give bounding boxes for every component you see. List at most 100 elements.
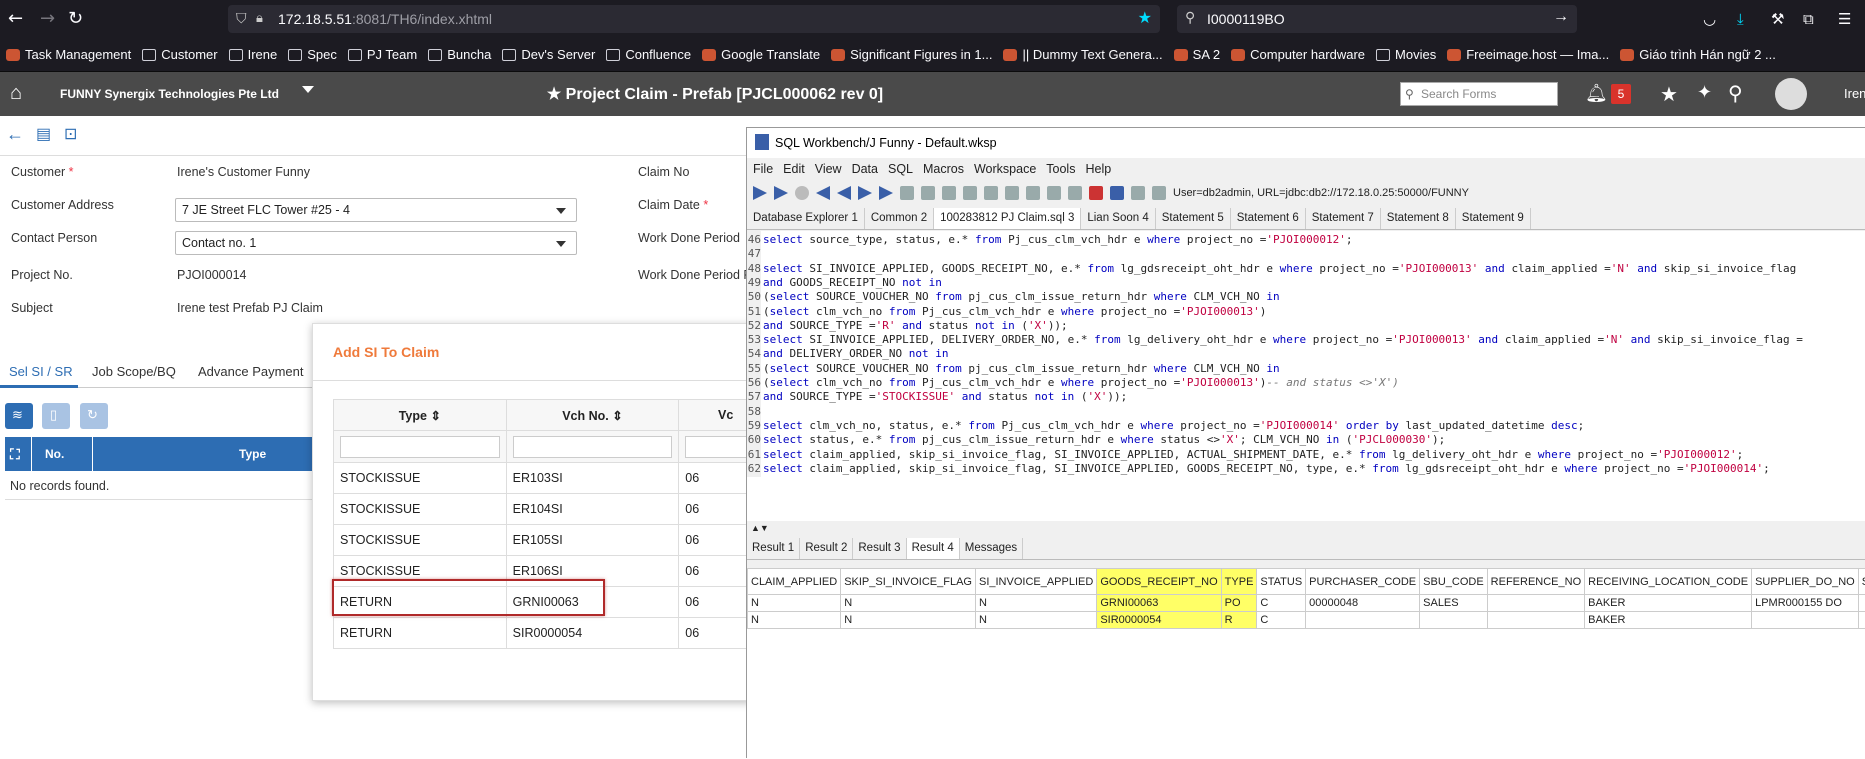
table-row[interactable]: RETURNSIR000005406 bbox=[334, 618, 773, 649]
menu-item[interactable]: Workspace bbox=[974, 162, 1036, 176]
result-col-header[interactable]: PURCHASER_CODE bbox=[1306, 569, 1420, 595]
pin-icon[interactable]: ✦ bbox=[1697, 82, 1712, 103]
result-tab[interactable]: Result 1 bbox=[747, 538, 800, 559]
browser-search-input[interactable]: ⚲ I0000119BO → bbox=[1177, 5, 1577, 33]
user-name[interactable]: Irene bbox=[1844, 86, 1865, 101]
back-icon[interactable]: ← bbox=[8, 9, 23, 29]
bookmark-item[interactable]: Customer bbox=[142, 47, 217, 62]
pdf-icon[interactable]: ▤ bbox=[36, 124, 51, 144]
menu-icon[interactable]: ☰ bbox=[1838, 9, 1851, 29]
table-row[interactable]: STOCKISSUEER103SI06 bbox=[334, 463, 773, 494]
table-row[interactable]: STOCKISSUEER104SI06 bbox=[334, 494, 773, 525]
execute-current-icon[interactable] bbox=[774, 186, 788, 200]
pocket-icon[interactable]: ◡ bbox=[1703, 9, 1716, 29]
result-tab[interactable]: Result 3 bbox=[853, 538, 906, 559]
menu-item[interactable]: Data bbox=[852, 162, 878, 176]
favorite-star-icon[interactable]: ★ bbox=[547, 86, 566, 103]
vch-filter-input[interactable] bbox=[513, 436, 673, 458]
forward-icon[interactable]: → bbox=[40, 9, 55, 29]
bookmark-item[interactable]: Computer hardware bbox=[1231, 47, 1365, 62]
first-icon[interactable] bbox=[816, 186, 830, 200]
address-select[interactable]: 7 JE Street FLC Tower #25 - 4 bbox=[175, 198, 577, 222]
bell-icon[interactable]: 🔔︎ bbox=[1585, 83, 1608, 104]
editor-tab[interactable]: Lian Soon 4 bbox=[1081, 208, 1155, 229]
splitter-arrows-icon[interactable]: ▲▼ bbox=[751, 523, 769, 533]
autocommit-icon[interactable] bbox=[1089, 186, 1103, 200]
reload-icon[interactable]: ↻ bbox=[68, 9, 83, 29]
tab-advance-payment[interactable]: Advance Payment bbox=[198, 364, 304, 379]
extensions-icon[interactable]: ⧉ bbox=[1803, 9, 1814, 29]
back-arrow-icon[interactable]: ← bbox=[6, 124, 24, 145]
document-button[interactable]: ▯ bbox=[42, 403, 70, 429]
tab-job-scope[interactable]: Job Scope/BQ bbox=[92, 364, 176, 379]
contact-select[interactable]: Contact no. 1 bbox=[175, 231, 577, 255]
bookmark-item[interactable]: SA 2 bbox=[1174, 47, 1220, 62]
filter-edit-icon[interactable] bbox=[1026, 186, 1040, 200]
tab-sel-si-sr[interactable]: Sel SI / SR bbox=[9, 364, 73, 379]
editor-tab[interactable]: Statement 8 bbox=[1381, 208, 1456, 229]
sql-editor[interactable]: 46select source_type, status, e.* from P… bbox=[747, 231, 1865, 521]
refresh-button[interactable]: ↻ bbox=[80, 403, 108, 429]
copy-row-icon[interactable] bbox=[942, 186, 956, 200]
type-filter-input[interactable] bbox=[340, 436, 500, 458]
inbox-icon[interactable]: ⊡ bbox=[64, 124, 77, 144]
col-type-header[interactable]: Type ⇕ bbox=[334, 400, 507, 431]
result-col-header[interactable]: TYPE bbox=[1221, 569, 1257, 595]
bookmark-item[interactable]: Dev's Server bbox=[502, 47, 595, 62]
bookmark-item[interactable]: Google Translate bbox=[702, 47, 820, 62]
bookmark-item[interactable]: || Dummy Text Genera... bbox=[1003, 47, 1162, 62]
menu-item[interactable]: Help bbox=[1085, 162, 1111, 176]
result-col-header[interactable]: RECEIVING_LOCATION_CODE bbox=[1585, 569, 1752, 595]
grid-col-no[interactable]: No. bbox=[45, 447, 64, 461]
menu-item[interactable]: Tools bbox=[1046, 162, 1075, 176]
go-arrow-icon[interactable]: → bbox=[1553, 8, 1569, 26]
editor-tab[interactable]: Statement 7 bbox=[1306, 208, 1381, 229]
downloads-icon[interactable]: ⤓ bbox=[1737, 9, 1744, 29]
insert-row-icon[interactable] bbox=[921, 186, 935, 200]
stop-icon[interactable] bbox=[795, 186, 809, 200]
editor-tab[interactable]: 100283812 PJ Claim.sql 3 bbox=[934, 208, 1081, 229]
result-tab[interactable]: Result 4 bbox=[907, 538, 960, 559]
db-icon[interactable] bbox=[1131, 186, 1145, 200]
bookmark-item[interactable]: Task Management bbox=[6, 47, 131, 62]
avatar[interactable] bbox=[1775, 78, 1807, 110]
expand-icon[interactable]: ⛶ bbox=[10, 446, 20, 463]
menu-item[interactable]: SQL bbox=[888, 162, 913, 176]
result-grid[interactable]: CLAIM_APPLIEDSKIP_SI_INVOICE_FLAGSI_INVO… bbox=[747, 568, 1865, 759]
search-icon[interactable]: ⚲ bbox=[1728, 81, 1743, 106]
result-col-header[interactable]: REFERENCE_NO bbox=[1487, 569, 1584, 595]
result-tab[interactable]: Messages bbox=[960, 538, 1023, 559]
bookmark-item[interactable]: Giáo trình Hán ngữ 2 ... bbox=[1620, 47, 1776, 62]
result-col-header[interactable]: S bbox=[1858, 569, 1865, 595]
delete-icon[interactable] bbox=[963, 186, 977, 200]
menu-item[interactable]: Edit bbox=[783, 162, 805, 176]
editor-tab[interactable]: Database Explorer 1 bbox=[747, 208, 865, 229]
tools-icon[interactable]: ⚒ bbox=[1771, 9, 1784, 29]
bookmark-item[interactable]: Freeimage.host — Ima... bbox=[1447, 47, 1609, 62]
next-icon[interactable] bbox=[858, 186, 872, 200]
result-col-header[interactable]: SBU_CODE bbox=[1420, 569, 1488, 595]
table-icon[interactable] bbox=[1152, 186, 1166, 200]
last-icon[interactable] bbox=[879, 186, 893, 200]
editor-tab[interactable]: Statement 6 bbox=[1231, 208, 1306, 229]
table-row[interactable]: STOCKISSUEER105SI06 bbox=[334, 525, 773, 556]
bookmark-item[interactable]: PJ Team bbox=[348, 47, 417, 62]
bookmark-item[interactable]: Spec bbox=[288, 47, 337, 62]
bookmark-item[interactable]: Irene bbox=[229, 47, 278, 62]
search-forms-input[interactable]: ⚲Search Forms bbox=[1400, 82, 1558, 106]
bookmark-item[interactable]: Significant Figures in 1... bbox=[831, 47, 992, 62]
menu-item[interactable]: File bbox=[753, 162, 773, 176]
editor-tab[interactable]: Statement 9 bbox=[1456, 208, 1531, 229]
rollback-icon[interactable] bbox=[1068, 186, 1082, 200]
editor-tab[interactable]: Statement 5 bbox=[1156, 208, 1231, 229]
grid-icon[interactable] bbox=[1110, 186, 1124, 200]
result-col-header[interactable]: CLAIM_APPLIED bbox=[748, 569, 841, 595]
menu-item[interactable]: View bbox=[815, 162, 842, 176]
result-row[interactable]: NNNSIR0000054RCBAKER bbox=[748, 612, 1865, 629]
bookmark-star-icon[interactable]: ★ bbox=[1138, 8, 1152, 28]
commit-icon[interactable] bbox=[1047, 186, 1061, 200]
result-col-header[interactable]: SKIP_SI_INVOICE_FLAG bbox=[841, 569, 976, 595]
url-bar[interactable]: ⛉ 🔒︎ 172.18.5.51:8081/TH6/index.xhtml ★ bbox=[228, 5, 1160, 33]
bookmark-item[interactable]: Buncha bbox=[428, 47, 491, 62]
result-row[interactable]: NNNGRNI00063POC00000048SALESBAKERLPMR000… bbox=[748, 595, 1865, 612]
